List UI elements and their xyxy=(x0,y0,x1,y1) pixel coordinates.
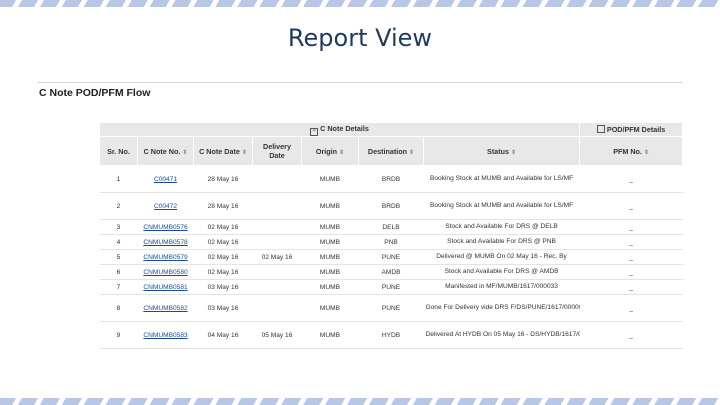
table-row: 2 C00472 28 May 16 MUMB BRDB Booking Sto… xyxy=(99,192,683,220)
cnote-link[interactable]: C00472 xyxy=(154,203,177,210)
cnote-link[interactable]: C00471 xyxy=(154,176,177,183)
group-header-pod[interactable]: POD/PFM Details xyxy=(579,122,683,137)
sort-icon[interactable]: ⬍ xyxy=(511,150,516,156)
sort-icon[interactable]: ⬍ xyxy=(242,150,247,156)
cnote-link[interactable]: CNMUMB0582 xyxy=(143,305,187,312)
column-header-origin[interactable]: Origin ⬍ xyxy=(301,136,359,166)
table-row: 9 CNMUMB0583 04 May 16 05 May 16 MUMB HY… xyxy=(99,321,683,349)
report-table: − C Note Details POD/PFM Details Sr. No. … xyxy=(98,122,683,349)
column-header-pfm-no[interactable]: PFM No. ⬍ xyxy=(579,136,683,166)
slide-title: Report View xyxy=(287,24,433,52)
page-heading: C Note POD/PFM Flow xyxy=(39,87,151,99)
column-header-status[interactable]: Status ⬍ xyxy=(422,136,581,166)
column-header-destination[interactable]: Destination ⬍ xyxy=(358,136,424,166)
column-header-cnote-no[interactable]: C Note No. ⬍ xyxy=(137,136,194,166)
divider xyxy=(37,82,683,83)
table-row: 8 CNMUMB0582 03 May 16 MUMB PUNE Gone Fo… xyxy=(99,294,683,322)
top-decorative-stripe xyxy=(0,0,720,7)
group-header-row: − C Note Details POD/PFM Details xyxy=(98,122,683,137)
group-header-cnote[interactable]: − C Note Details xyxy=(98,122,581,137)
report-screenshot: C Note POD/PFM Flow − C Note Details POD/… xyxy=(37,82,683,352)
table-row: 6 CNMUMB0580 02 May 16 MUMB AMDB Stock a… xyxy=(99,264,683,280)
cnote-link[interactable]: CNMUMB0583 xyxy=(143,332,187,339)
column-header-delivery-date[interactable]: Delivery Date xyxy=(252,136,302,166)
sort-icon[interactable]: ⬍ xyxy=(409,150,414,156)
cnote-link[interactable]: CNMUMB0581 xyxy=(143,284,187,291)
table-row: 5 CNMUMB0579 02 May 16 02 May 16 MUMB PU… xyxy=(99,249,683,265)
column-header-row: Sr. No. C Note No. ⬍ C Note Date ⬍ Deliver… xyxy=(99,136,683,166)
table-row: 1 C00471 28 May 16 MUMB BRDB Booking Sto… xyxy=(99,165,683,193)
sort-icon[interactable]: ⬍ xyxy=(339,150,344,156)
column-header-cnote-date[interactable]: C Note Date ⬍ xyxy=(193,136,253,166)
expand-toggle-icon[interactable] xyxy=(596,125,605,133)
bottom-decorative-stripe xyxy=(0,398,720,405)
cnote-link[interactable]: CNMUMB0576 xyxy=(143,224,187,231)
cnote-link[interactable]: CNMUMB0578 xyxy=(143,239,187,246)
cnote-link[interactable]: CNMUMB0580 xyxy=(143,269,187,276)
sort-icon[interactable]: ⬍ xyxy=(182,150,187,156)
table-row: 3 CNMUMB0576 02 May 16 MUMB DELB Stock a… xyxy=(99,219,683,235)
collapse-toggle-icon[interactable]: − xyxy=(310,127,319,136)
cnote-link[interactable]: CNMUMB0579 xyxy=(143,254,187,261)
table-row: 7 CNMUMB0581 03 May 16 MUMB PUNE Manifes… xyxy=(99,279,683,295)
column-header-sr-no[interactable]: Sr. No. xyxy=(99,136,138,166)
table-row: 4 CNMUMB0578 02 May 16 MUMB PNB Stock an… xyxy=(99,234,683,250)
sort-icon[interactable]: ⬍ xyxy=(644,150,649,156)
